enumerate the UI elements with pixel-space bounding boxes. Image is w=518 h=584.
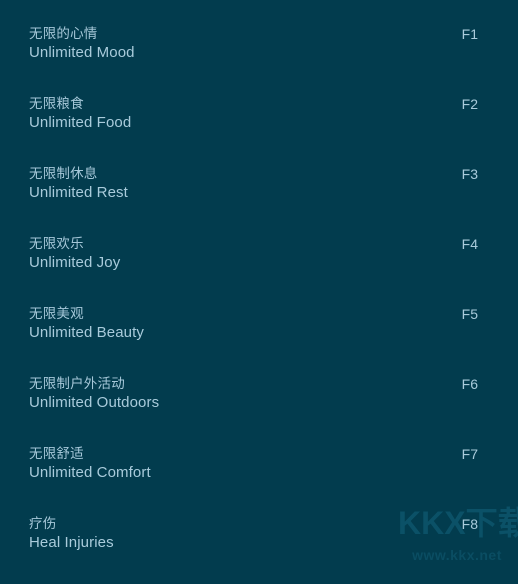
cheat-label-block: 无限粮食 Unlimited Food <box>29 94 478 133</box>
cheat-label-block: 无限美观 Unlimited Beauty <box>29 304 478 343</box>
cheat-name-cn: 无限舒适 <box>29 446 84 461</box>
cheat-label-block: 无限制户外活动 Unlimited Outdoors <box>29 374 478 413</box>
cheat-name-en: Unlimited Food <box>29 114 132 131</box>
cheat-name-cn: 无限的心情 <box>29 26 98 41</box>
cheat-hotkey[interactable]: F8 <box>462 515 478 534</box>
cheat-hotkey[interactable]: F7 <box>462 445 478 464</box>
cheat-name-cn: 无限制户外活动 <box>29 376 125 391</box>
cheat-hotkey[interactable]: F6 <box>462 375 478 394</box>
cheat-list: 无限的心情 Unlimited Mood F1 无限粮食 Unlimited F… <box>0 24 518 584</box>
cheat-label-block: 无限的心情 Unlimited Mood <box>29 24 478 63</box>
cheat-hotkey[interactable]: F1 <box>462 25 478 44</box>
cheat-label-block: 无限欢乐 Unlimited Joy <box>29 234 478 273</box>
trainer-cheat-panel: 无限的心情 Unlimited Mood F1 无限粮食 Unlimited F… <box>0 0 518 569</box>
cheat-label-block: 疗伤 Heal Injuries <box>29 514 478 553</box>
cheat-row[interactable]: 无限舒适 Unlimited Comfort F7 <box>0 444 518 514</box>
cheat-hotkey[interactable]: F3 <box>462 165 478 184</box>
cheat-name-en: Unlimited Mood <box>29 44 135 61</box>
cheat-label-block: 无限制休息 Unlimited Rest <box>29 164 478 203</box>
cheat-name-cn: 无限欢乐 <box>29 236 84 251</box>
cheat-row[interactable]: 无限制休息 Unlimited Rest F3 <box>0 164 518 234</box>
cheat-name-cn: 疗伤 <box>29 516 57 531</box>
cheat-row[interactable]: 无限粮食 Unlimited Food F2 <box>0 94 518 164</box>
cheat-name-en: Heal Injuries <box>29 534 114 551</box>
cheat-row[interactable]: 疗伤 Heal Injuries F8 <box>0 514 518 584</box>
cheat-row[interactable]: 无限欢乐 Unlimited Joy F4 <box>0 234 518 304</box>
cheat-row[interactable]: 无限美观 Unlimited Beauty F5 <box>0 304 518 374</box>
cheat-name-en: Unlimited Rest <box>29 184 128 201</box>
cheat-hotkey[interactable]: F2 <box>462 95 478 114</box>
cheat-row[interactable]: 无限制户外活动 Unlimited Outdoors F6 <box>0 374 518 444</box>
cheat-label-block: 无限舒适 Unlimited Comfort <box>29 444 478 483</box>
cheat-name-cn: 无限粮食 <box>29 96 84 111</box>
cheat-name-cn: 无限制休息 <box>29 166 98 181</box>
cheat-name-en: Unlimited Joy <box>29 254 121 271</box>
cheat-row[interactable]: 无限的心情 Unlimited Mood F1 <box>0 24 518 94</box>
cheat-hotkey[interactable]: F5 <box>462 305 478 324</box>
cheat-name-en: Unlimited Outdoors <box>29 394 160 411</box>
cheat-name-en: Unlimited Beauty <box>29 324 144 341</box>
cheat-hotkey[interactable]: F4 <box>462 235 478 254</box>
cheat-name-cn: 无限美观 <box>29 306 84 321</box>
cheat-name-en: Unlimited Comfort <box>29 464 151 481</box>
